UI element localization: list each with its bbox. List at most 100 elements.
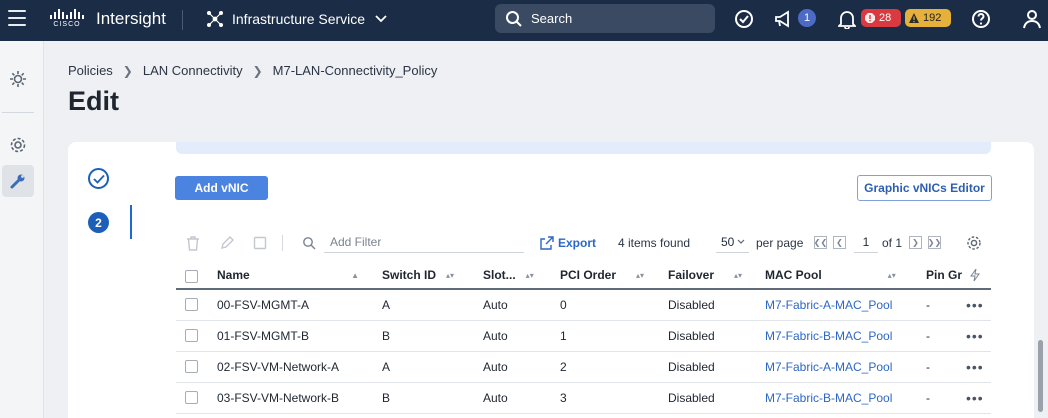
- cell-name: 02-FSV-VM-Network-A: [217, 360, 340, 374]
- cell-name: 01-FSV-MGMT-B: [217, 329, 310, 343]
- step-active-indicator: [130, 205, 132, 239]
- cell-mac-pool-link[interactable]: M7-Fabric-B-MAC_Pool: [765, 321, 892, 351]
- sort-icon: ▴▾: [636, 270, 645, 280]
- service-selector[interactable]: Infrastructure Service: [206, 8, 387, 30]
- search-icon: [506, 10, 522, 27]
- app-name: Intersight: [96, 9, 166, 28]
- cell-name: 03-FSV-VM-Network-B: [217, 391, 340, 405]
- export-icon: [540, 236, 554, 250]
- info-banner: [176, 142, 991, 154]
- critical-alarms-badge[interactable]: 28: [861, 9, 901, 27]
- top-bar: CISCO Intersight Infrastructure Service …: [0, 0, 1048, 41]
- graphic-vnics-editor-button[interactable]: Graphic vNICs Editor: [857, 175, 992, 201]
- breadcrumb-policy-name: M7-LAN-Connectivity_Policy: [272, 63, 438, 78]
- cell-slot: Auto: [483, 360, 508, 374]
- cell-mac-pool-link[interactable]: M7-Fabric-B-MAC_Pool: [765, 383, 892, 413]
- divider: [182, 10, 183, 30]
- breadcrumb-lan-connectivity[interactable]: LAN Connectivity: [143, 63, 243, 78]
- per-page-select[interactable]: 50: [716, 231, 749, 253]
- more-actions-icon[interactable]: •••: [966, 321, 984, 351]
- column-header-pci-order[interactable]: PCI Order ▴▾: [560, 262, 644, 288]
- cell-slot: Auto: [483, 298, 508, 312]
- checkmark-icon: [92, 174, 105, 184]
- bell-icon[interactable]: [836, 8, 858, 30]
- column-header-mac-pool[interactable]: MAC Pool ▴▾: [765, 262, 896, 288]
- cell-name: 00-FSV-MGMT-A: [217, 298, 310, 312]
- service-label: Infrastructure Service: [232, 11, 366, 27]
- page-title: Edit: [68, 86, 119, 116]
- rail-item-settings[interactable]: [2, 129, 34, 161]
- column-header-switch-id[interactable]: Switch ID ▴▾: [382, 262, 454, 288]
- chevron-down-icon: [375, 15, 387, 23]
- filter-input[interactable]: Add Filter: [324, 231, 524, 253]
- divider: [282, 235, 283, 251]
- edit-pencil-icon[interactable]: [219, 235, 235, 251]
- search-box[interactable]: Search: [495, 4, 715, 33]
- cell-slot: Auto: [483, 329, 508, 343]
- table-row[interactable]: 02-FSV-VM-Network-A A Auto 2 Disabled M7…: [176, 352, 991, 383]
- row-checkbox[interactable]: [185, 360, 198, 373]
- settings-gear-icon[interactable]: [966, 235, 982, 251]
- copy-icon[interactable]: [252, 235, 268, 251]
- trash-icon[interactable]: [185, 235, 201, 251]
- step-2-current[interactable]: 2: [88, 212, 109, 233]
- table-header: Name ▲ Switch ID ▴▾ Slot... ▴▾ PCI Order ▴▾ …: [176, 262, 991, 290]
- lightning-icon[interactable]: [970, 262, 980, 288]
- user-icon[interactable]: [1021, 8, 1043, 30]
- help-icon[interactable]: [970, 8, 992, 30]
- last-page-button[interactable]: ❯❯: [928, 236, 941, 249]
- table-row[interactable]: 00-FSV-MGMT-A A Auto 0 Disabled M7-Fabri…: [176, 290, 991, 321]
- chevron-right-icon: ❯: [122, 63, 133, 78]
- cell-pin-group: -: [926, 298, 930, 312]
- table-row[interactable]: 01-FSV-MGMT-B B Auto 1 Disabled M7-Fabri…: [176, 321, 991, 352]
- prev-page-button[interactable]: ❮: [833, 236, 846, 249]
- page-number-input[interactable]: 1: [854, 231, 878, 253]
- more-actions-icon[interactable]: •••: [966, 290, 984, 320]
- next-page-button[interactable]: ❯: [909, 236, 922, 249]
- divider: [2, 112, 34, 113]
- more-actions-icon[interactable]: •••: [966, 352, 984, 382]
- cell-mac-pool-link[interactable]: M7-Fabric-A-MAC_Pool: [765, 290, 892, 320]
- column-header-slot[interactable]: Slot... ▴▾: [483, 262, 534, 288]
- cell-pci-order: 0: [560, 298, 567, 312]
- cell-switch-id: A: [382, 360, 391, 374]
- items-found: 4 items found: [618, 236, 691, 250]
- gear-icon: [10, 137, 26, 153]
- select-all-checkbox[interactable]: [185, 270, 198, 283]
- cell-failover: Disabled: [668, 360, 715, 374]
- cell-pin-group: -: [926, 391, 930, 405]
- cell-mac-pool-link[interactable]: M7-Fabric-A-MAC_Pool: [765, 352, 892, 382]
- check-circle-icon[interactable]: [733, 8, 755, 30]
- table-row[interactable]: 03-FSV-VM-Network-B B Auto 3 Disabled M7…: [176, 383, 991, 414]
- cell-slot: Auto: [483, 391, 508, 405]
- add-vnic-button[interactable]: Add vNIC: [175, 176, 268, 200]
- row-checkbox[interactable]: [185, 298, 198, 311]
- more-actions-icon[interactable]: •••: [966, 383, 984, 413]
- wrench-icon: [10, 174, 25, 189]
- cell-failover: Disabled: [668, 298, 715, 312]
- rail-item-operate[interactable]: [2, 63, 34, 95]
- vertical-scrollbar[interactable]: [1038, 340, 1043, 412]
- warning-alarms-badge[interactable]: 192: [905, 9, 951, 27]
- row-checkbox[interactable]: [185, 329, 198, 342]
- search-icon: [301, 235, 317, 251]
- breadcrumb-policies[interactable]: Policies: [68, 63, 113, 78]
- column-header-failover[interactable]: Failover ▴▾: [668, 262, 742, 288]
- megaphone-icon[interactable]: [773, 8, 795, 30]
- menu-icon[interactable]: [8, 10, 26, 26]
- step-1-complete[interactable]: [88, 168, 109, 189]
- cell-pin-group: -: [926, 360, 930, 374]
- sort-icon: ▴▾: [734, 270, 743, 280]
- column-header-pin-group[interactable]: Pin Gr: [926, 262, 962, 288]
- row-checkbox[interactable]: [185, 391, 198, 404]
- left-rail: [0, 41, 44, 418]
- first-page-button[interactable]: ❮❮: [814, 236, 827, 249]
- rail-item-configure[interactable]: [2, 165, 34, 197]
- export-button[interactable]: Export: [540, 236, 596, 250]
- cell-switch-id: A: [382, 298, 391, 312]
- cell-failover: Disabled: [668, 391, 715, 405]
- cell-switch-id: B: [382, 329, 391, 343]
- sort-icon: ▲: [351, 270, 359, 280]
- network-icon: [207, 11, 223, 27]
- column-header-name[interactable]: Name ▲: [217, 262, 359, 288]
